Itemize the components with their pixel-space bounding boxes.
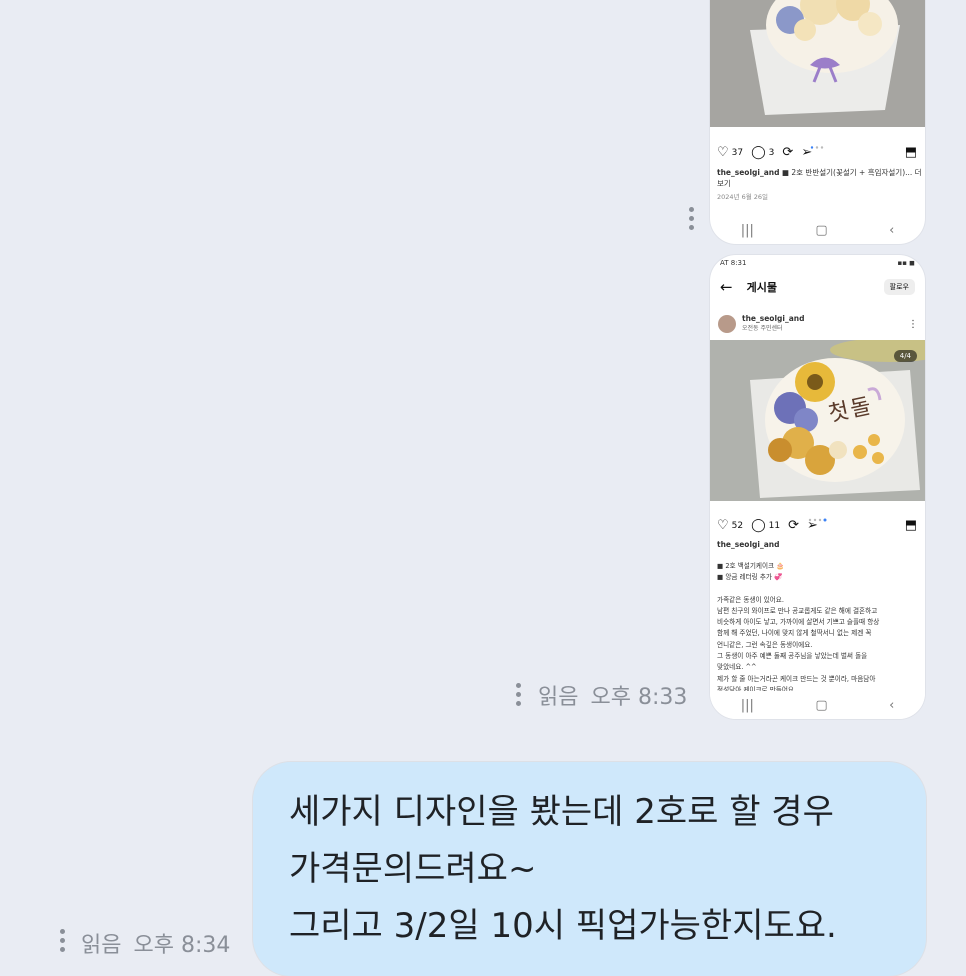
caption-line: 맞았네요. ^^ [717,663,757,672]
home-icon[interactable]: ▢ [815,698,827,713]
android-nav-bar: ||| ▢ ‹ [710,216,925,244]
message-time: 오후 8:34 [133,933,231,958]
recent-apps-icon[interactable]: ||| [741,223,754,238]
post1-more[interactable]: 보기 [717,178,922,189]
message-line: 그리고 3/2일 10시 픽업가능한지도요. [289,906,837,946]
post-header-title: 게시물 [746,281,777,294]
back-arrow-icon[interactable]: ← [720,278,733,296]
message-bubble[interactable]: 세가지 디자인을 봤는데 2호로 할 경우 가격문의드려요~ 그리고 3/2일 … [253,762,926,976]
post1-actions: ♡ 37 ◯ 3 ⟳ ➢ ⬒ [717,145,917,160]
caption-username[interactable]: the_seolgi_and [717,540,780,549]
bookmark-icon[interactable]: ⬒ [905,145,917,160]
carousel-dots [810,134,826,149]
follow-button[interactable]: 팔로우 [883,279,915,295]
message-line: 가격문의드려요~ [289,849,537,889]
back-icon[interactable]: ‹ [889,223,894,238]
carousel-dots [808,507,828,522]
more-menu-icon[interactable]: ⋮ [908,319,918,330]
android-nav-bar: ||| ▢ ‹ [710,691,925,719]
more-options-icon[interactable] [514,683,522,706]
more-options-icon[interactable] [687,207,695,230]
caption-line: 그 동생이 아주 예쁜 둘째 공주님을 낳았는데 벌써 돌을 [717,652,868,661]
comment-icon[interactable]: ◯ [751,518,766,533]
post1-caption: the_seolgi_and ■ 2호 반반설기(꽃설기 + 흑임자설기)...… [717,167,922,203]
shared-screenshot-2[interactable]: AT 8:31 ▪▪ ◼ ← 게시물 팔로우 the_seolgi_and 오전… [710,255,925,719]
caption-line: 제가 할 줄 아는거라곤 케이크 만드는 것 뿐이라, 마음담아 [717,674,876,683]
post1-caption-text: ■ 2호 반반설기(꽃설기 + 흑임자설기)... 더 [781,168,922,177]
cake-photo-2[interactable]: 첫돌 4/4 [710,340,925,501]
caption-line: 함께 해 주었던, 나이에 맞지 않게 철딱서니 없는 제겐 꼭 [717,629,872,638]
send-icon[interactable]: ➢ [807,518,818,533]
repost-icon[interactable]: ⟳ [788,518,799,533]
like-count: 37 [731,147,744,158]
post1-date: 2024년 6월 26일 [717,193,769,201]
post1-username: the_seolgi_and [717,168,780,177]
read-status-2: 읽음 오후 8:34 [81,927,230,959]
message-time: 오후 8:33 [590,685,688,710]
read-label: 읽음 [538,685,579,710]
bookmark-icon[interactable]: ⬒ [905,518,917,533]
send-icon[interactable]: ➢ [801,145,812,160]
more-options-icon[interactable] [58,929,66,952]
page-indicator: 4/4 [893,350,917,362]
caption-line: ■ 앙금 레터링 추가 💞 [717,573,783,582]
status-time: AT 8:31 [720,259,747,267]
caption-line: 가족같은 동생이 있어요. [717,595,784,604]
shared-screenshot-1[interactable]: ♡ 37 ◯ 3 ⟳ ➢ ⬒ the_seolgi_and ■ 2호 반반설기(꽃설… [710,0,925,244]
message-line: 세가지 디자인을 봤는데 2호로 할 경우 [289,792,834,832]
caption-line: ■ 2호 백설기케이크 🎂 [717,562,785,570]
post-header: ← 게시물 팔로우 [720,277,915,297]
caption-line: 언니같은, 그런 속깊은 동생이에요. [717,640,813,649]
comment-count: 11 [768,520,781,531]
like-count: 52 [731,520,744,531]
post2-actions: ♡ 52 ◯ 11 ⟳ ➢ ⬒ [717,518,917,533]
caption-line [717,584,922,595]
read-status-1: 읽음 오후 8:33 [538,679,687,711]
back-icon[interactable]: ‹ [889,698,894,713]
comment-icon[interactable]: ◯ [751,145,766,160]
author-username[interactable]: the_seolgi_and [742,314,805,324]
status-bar: AT 8:31 ▪▪ ◼ [720,259,915,267]
home-icon[interactable]: ▢ [815,223,827,238]
read-label: 읽음 [81,933,122,958]
author-location[interactable]: 오전동 주민센터 [742,324,805,334]
heart-icon[interactable]: ♡ [717,145,729,160]
comment-count: 3 [768,147,775,158]
recent-apps-icon[interactable]: ||| [741,698,754,713]
signal-icon: ▪▪ ◼ [897,259,915,267]
caption-line: 비슷하게 아이도 낳고, 가까이에 살면서 기쁘고 슬플때 항상 [717,618,880,627]
repost-icon[interactable]: ⟳ [782,145,793,160]
cake-photo-1 [710,0,925,127]
post2-caption: ■ 2호 백설기케이크 🎂 ■ 앙금 레터링 추가 💞 가족같은 동생이 있어요… [717,561,922,693]
heart-icon[interactable]: ♡ [717,518,729,533]
caption-line: 남편 친구의 와이프로 만나 공교롭게도 같은 해에 결혼하고 [717,606,878,615]
avatar[interactable] [718,315,736,333]
post-author: the_seolgi_and 오전동 주민센터 ⋮ [718,313,918,335]
